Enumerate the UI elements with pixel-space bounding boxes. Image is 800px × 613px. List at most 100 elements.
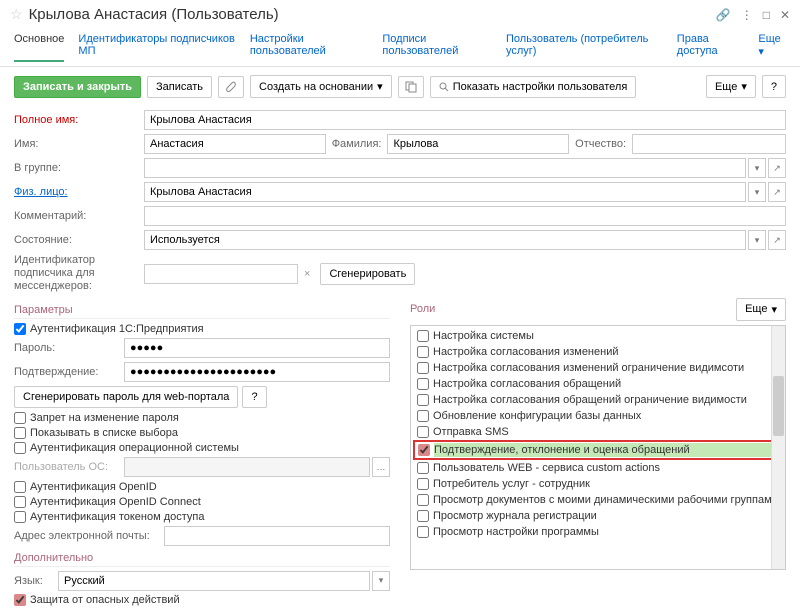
generate-button[interactable]: Сгенерировать (320, 263, 415, 285)
person-open-button[interactable]: ↗ (768, 182, 786, 202)
person-input[interactable] (144, 182, 746, 202)
show-settings-button[interactable]: Показать настройки пользователя (430, 76, 637, 98)
password-input[interactable] (124, 338, 390, 358)
auth-openid-connect-checkbox[interactable] (14, 496, 26, 508)
role-label: Просмотр журнала регистрации (433, 510, 597, 522)
role-item[interactable]: Просмотр документов с моими динамическим… (413, 492, 783, 508)
role-item[interactable]: Настройка согласования изменений (413, 344, 783, 360)
more-menu-icon[interactable]: ⋮ (741, 8, 753, 22)
save-close-button[interactable]: Записать и закрыть (14, 76, 141, 98)
name-input[interactable] (144, 134, 326, 154)
gen-web-password-button[interactable]: Сгенерировать пароль для web-портала (14, 386, 238, 408)
copy-icon (405, 81, 417, 93)
favorite-star-icon[interactable]: ☆ (10, 6, 23, 23)
role-checkbox[interactable] (418, 444, 430, 456)
role-item[interactable]: Настройка согласования обращений (413, 376, 783, 392)
comment-label: Комментарий: (14, 210, 144, 222)
lang-dropdown-button[interactable]: ▾ (372, 571, 390, 591)
role-checkbox[interactable] (417, 330, 429, 342)
auth-os-checkbox[interactable] (14, 442, 26, 454)
role-checkbox[interactable] (417, 462, 429, 474)
role-item[interactable]: Настройка согласования обращений огранич… (413, 392, 783, 408)
password-label: Пароль: (14, 342, 124, 354)
roles-scrollbar[interactable] (771, 326, 785, 569)
full-name-input[interactable] (144, 110, 786, 130)
role-item[interactable]: Пользователь WEB - сервиса custom action… (413, 460, 783, 476)
patronymic-input[interactable] (632, 134, 786, 154)
state-open-button[interactable]: ↗ (768, 230, 786, 250)
surname-input[interactable] (387, 134, 569, 154)
copy-button[interactable] (398, 76, 424, 98)
role-checkbox[interactable] (417, 510, 429, 522)
tab-permissions[interactable]: Права доступа (677, 33, 745, 62)
name-label: Имя: (14, 138, 144, 150)
role-item[interactable]: Отправка SMS (413, 424, 783, 440)
role-item[interactable]: Обновление конфигурации базы данных (413, 408, 783, 424)
role-checkbox[interactable] (417, 526, 429, 538)
comment-input[interactable] (144, 206, 786, 226)
role-item[interactable]: Настройка системы (413, 328, 783, 344)
messenger-clear-button[interactable]: × (300, 268, 314, 280)
group-label: В группе: (14, 162, 144, 174)
role-checkbox[interactable] (417, 378, 429, 390)
messenger-id-input[interactable] (144, 264, 298, 284)
role-item[interactable]: Подтверждение, отклонение и оценка обращ… (413, 440, 783, 460)
role-checkbox[interactable] (417, 410, 429, 422)
role-label: Настройка согласования обращений огранич… (433, 394, 747, 406)
auth-1c-checkbox[interactable] (14, 323, 26, 335)
create-from-button[interactable]: Создать на основании ▾ (250, 75, 392, 98)
email-input[interactable] (164, 526, 390, 546)
person-dropdown-button[interactable]: ▾ (748, 182, 766, 202)
role-checkbox[interactable] (417, 494, 429, 506)
lang-label: Язык: (14, 575, 54, 587)
link-icon[interactable]: 🔗 (716, 8, 731, 22)
auth-token-checkbox[interactable] (14, 511, 26, 523)
group-open-button[interactable]: ↗ (768, 158, 786, 178)
tab-subscriber-ids[interactable]: Идентификаторы подписчиков МП (78, 33, 235, 62)
no-change-pwd-checkbox[interactable] (14, 412, 26, 424)
role-item[interactable]: Просмотр настройки программы (413, 524, 783, 540)
more-button[interactable]: Еще ▾ (706, 75, 756, 98)
attachment-button[interactable] (218, 76, 244, 98)
no-change-pwd-label: Запрет на изменение пароля (30, 412, 179, 424)
confirm-input[interactable] (124, 362, 390, 382)
auth-token-label: Аутентификация токеном доступа (30, 511, 205, 523)
roles-more-button[interactable]: Еще ▾ (736, 298, 786, 321)
role-checkbox[interactable] (417, 362, 429, 374)
state-dropdown-button[interactable]: ▾ (748, 230, 766, 250)
tab-user-signatures[interactable]: Подписи пользователей (382, 33, 492, 62)
show-in-list-checkbox[interactable] (14, 427, 26, 439)
patronymic-label: Отчество: (575, 138, 626, 150)
os-user-input (124, 457, 370, 477)
lang-input[interactable] (58, 571, 370, 591)
tab-bar: Основное Идентификаторы подписчиков МП Н… (0, 29, 800, 67)
group-input[interactable] (144, 158, 746, 178)
state-input[interactable] (144, 230, 746, 250)
tab-main[interactable]: Основное (14, 33, 64, 62)
save-button[interactable]: Записать (147, 76, 212, 98)
tab-more[interactable]: Еще ▾ (758, 33, 786, 62)
window-restore-icon[interactable]: □ (763, 8, 770, 22)
os-user-picker-button[interactable]: … (372, 457, 390, 477)
role-checkbox[interactable] (417, 478, 429, 490)
role-label: Обновление конфигурации базы данных (433, 410, 641, 422)
auth-openid-checkbox[interactable] (14, 481, 26, 493)
safe-actions-checkbox[interactable] (14, 594, 26, 606)
person-label[interactable]: Физ. лицо: (14, 186, 144, 198)
group-dropdown-button[interactable]: ▾ (748, 158, 766, 178)
paperclip-icon (225, 81, 237, 93)
tab-consumer[interactable]: Пользователь (потребитель услуг) (506, 33, 663, 62)
roles-scrollbar-thumb[interactable] (773, 376, 784, 436)
os-user-label: Пользователь ОС: (14, 461, 124, 473)
role-item[interactable]: Просмотр журнала регистрации (413, 508, 783, 524)
role-checkbox[interactable] (417, 394, 429, 406)
role-checkbox[interactable] (417, 346, 429, 358)
gen-web-help-button[interactable]: ? (242, 386, 266, 408)
close-icon[interactable]: ✕ (780, 8, 790, 22)
role-checkbox[interactable] (417, 426, 429, 438)
role-item[interactable]: Потребитель услуг - сотрудник (413, 476, 783, 492)
role-label: Просмотр настройки программы (433, 526, 599, 538)
help-button[interactable]: ? (762, 75, 786, 98)
tab-user-settings[interactable]: Настройки пользователей (250, 33, 369, 62)
role-item[interactable]: Настройка согласования изменений огранич… (413, 360, 783, 376)
